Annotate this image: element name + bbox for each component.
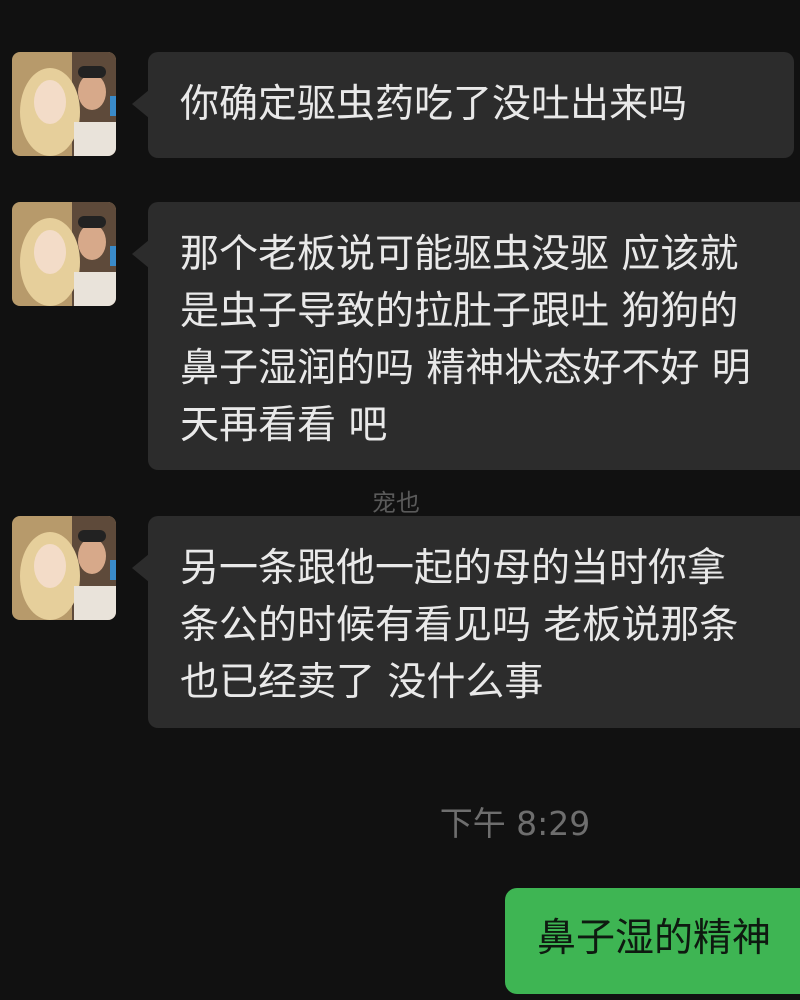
contact-avatar[interactable] (12, 202, 116, 306)
contact-avatar[interactable] (12, 52, 116, 156)
incoming-message-bubble[interactable]: 另一条跟他一起的母的当时你拿 条公的时候有看见吗 老板说那条 也已经卖了 没什么… (148, 516, 800, 728)
bubble-tail (132, 240, 149, 268)
bubble-tail (132, 554, 149, 582)
message-text-line: 条公的时候有看见吗 老板说那条 (180, 603, 739, 648)
message-text-line: 鼻子湿润的吗 精神状态好不好 明 (180, 346, 751, 391)
chat-window: 你确定驱虫药吃了没吐出来吗 那个老板说可能驱虫没驱 应该就 是虫子导致的拉肚子跟… (0, 0, 800, 1000)
avatar-photo-icon (12, 52, 116, 156)
avatar-photo-icon (12, 516, 116, 620)
contact-avatar[interactable] (12, 516, 116, 620)
message-text-line: 那个老板说可能驱虫没驱 应该就 (180, 232, 739, 277)
outgoing-message-bubble[interactable]: 鼻子湿的精神 (505, 888, 800, 994)
watermark: 宠也 (372, 489, 420, 517)
message-text-line: 天再看看 吧 (180, 403, 388, 448)
incoming-message-bubble[interactable]: 你确定驱虫药吃了没吐出来吗 (148, 52, 794, 158)
bubble-tail (132, 90, 149, 118)
message-text-line: 也已经卖了 没什么事 (180, 660, 544, 705)
message-text: 你确定驱虫药吃了没吐出来吗 (180, 82, 688, 127)
message-text-line: 另一条跟他一起的母的当时你拿 (180, 546, 727, 591)
incoming-message-bubble[interactable]: 那个老板说可能驱虫没驱 应该就 是虫子导致的拉肚子跟吐 狗狗的 鼻子湿润的吗 精… (148, 202, 800, 470)
message-timestamp: 下午 8:29 (439, 804, 591, 843)
message-text-line: 是虫子导致的拉肚子跟吐 狗狗的 (180, 289, 739, 334)
avatar-photo-icon (12, 202, 116, 306)
message-text: 鼻子湿的精神 (537, 916, 772, 961)
